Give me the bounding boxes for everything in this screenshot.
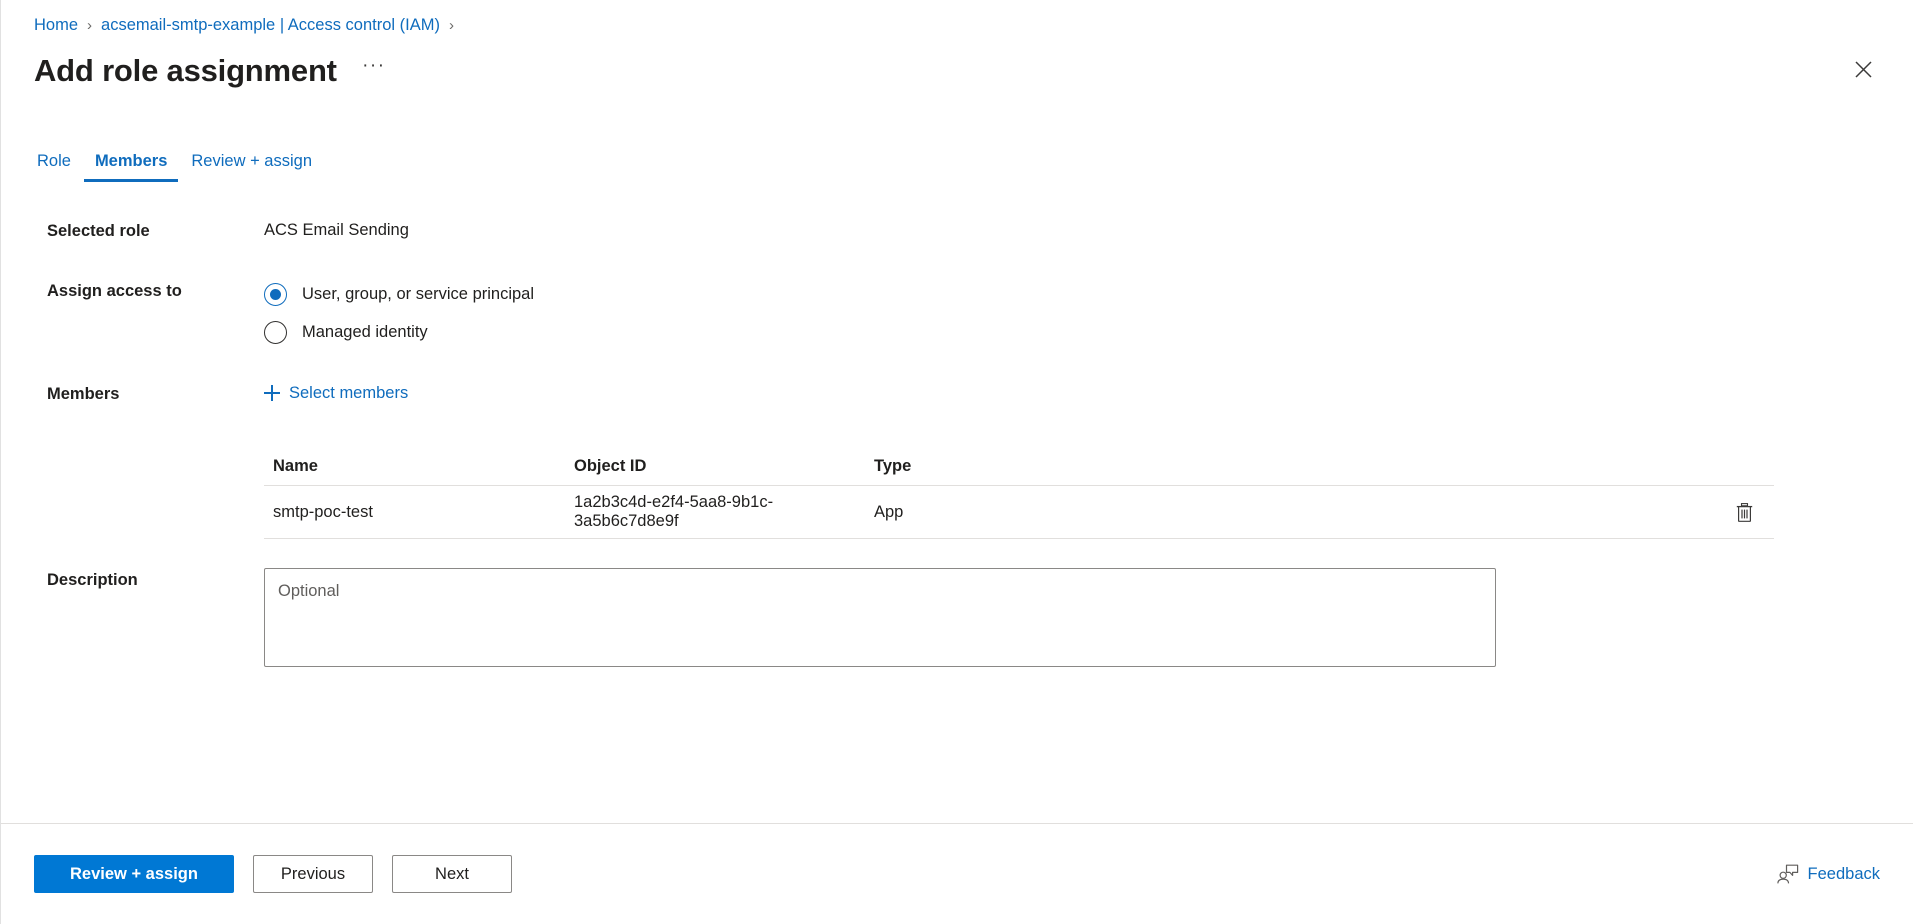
form-body: Selected role ACS Email Sending Assign a… — [1, 182, 1913, 823]
description-input[interactable] — [264, 568, 1496, 667]
cell-object-id: 1a2b3c4d-e2f4-5aa8-9b1c-3a5b6c7d8e9f — [574, 493, 774, 530]
feedback-label: Feedback — [1807, 864, 1880, 883]
tab-review-assign[interactable]: Review + assign — [179, 151, 324, 182]
cell-type: App — [874, 502, 904, 521]
radio-label-managed-identity: Managed identity — [302, 323, 428, 341]
title-row: Add role assignment ··· — [1, 50, 1913, 92]
more-options-icon[interactable]: ··· — [359, 56, 389, 86]
column-header-name: Name — [273, 456, 318, 475]
assign-access-to-label: Assign access to — [47, 282, 182, 300]
breadcrumb: Home › acsemail-smtp-example | Access co… — [1, 14, 1913, 36]
breadcrumb-item-home[interactable]: Home — [34, 16, 78, 35]
feedback-person-icon — [1776, 864, 1799, 884]
breadcrumb-item-access-control[interactable]: acsemail-smtp-example | Access control (… — [101, 16, 440, 35]
feedback-button[interactable]: Feedback — [1776, 864, 1880, 884]
trash-icon[interactable] — [1728, 496, 1760, 528]
radio-mark-icon — [264, 282, 287, 306]
members-table-header: Name Object ID Type — [264, 447, 1774, 486]
description-label: Description — [47, 571, 138, 589]
members-row: Members Select members — [47, 382, 1913, 407]
assign-access-to-radio-group: User, group, or service principal Manage… — [264, 279, 1913, 347]
members-label: Members — [47, 385, 120, 403]
tab-role[interactable]: Role — [25, 151, 83, 182]
members-table: Name Object ID Type smtp-poc-test 1a2b3c… — [264, 447, 1774, 539]
radio-user-group-service-principal[interactable]: User, group, or service principal — [264, 279, 1913, 309]
column-header-type: Type — [874, 456, 912, 475]
cell-name: smtp-poc-test — [273, 502, 373, 521]
radio-managed-identity[interactable]: Managed identity — [264, 317, 1913, 347]
plus-icon — [264, 385, 280, 401]
page-title: Add role assignment — [34, 53, 337, 88]
radio-label-user-group-service-principal: User, group, or service principal — [302, 285, 535, 303]
column-header-object-id: Object ID — [574, 456, 647, 475]
breadcrumb-separator-icon-2: › — [448, 16, 454, 34]
review-assign-button[interactable]: Review + assign — [34, 855, 234, 893]
select-members-label: Select members — [289, 384, 409, 402]
description-row: Description — [47, 568, 1913, 673]
tab-members[interactable]: Members — [83, 151, 179, 182]
select-members-button[interactable]: Select members — [264, 382, 408, 404]
add-role-assignment-blade: Home › acsemail-smtp-example | Access co… — [0, 0, 1913, 924]
next-button[interactable]: Next — [392, 855, 512, 893]
selected-role-value: ACS Email Sending — [264, 221, 409, 239]
close-icon[interactable] — [1846, 52, 1880, 86]
table-row: smtp-poc-test 1a2b3c4d-e2f4-5aa8-9b1c-3a… — [264, 486, 1774, 539]
selected-role-row: Selected role ACS Email Sending — [47, 219, 1913, 242]
blade-footer: Review + assign Previous Next Feedback — [1, 823, 1913, 924]
radio-mark-icon-2 — [264, 320, 287, 344]
assign-access-to-row: Assign access to User, group, or service… — [47, 279, 1913, 347]
wizard-tabs: Role Members Review + assign — [1, 142, 1913, 182]
selected-role-label: Selected role — [47, 222, 150, 240]
breadcrumb-separator-icon: › — [87, 16, 93, 34]
footer-actions: Review + assign Previous Next — [34, 855, 512, 893]
previous-button[interactable]: Previous — [253, 855, 373, 893]
blade-header: Home › acsemail-smtp-example | Access co… — [1, 0, 1913, 182]
